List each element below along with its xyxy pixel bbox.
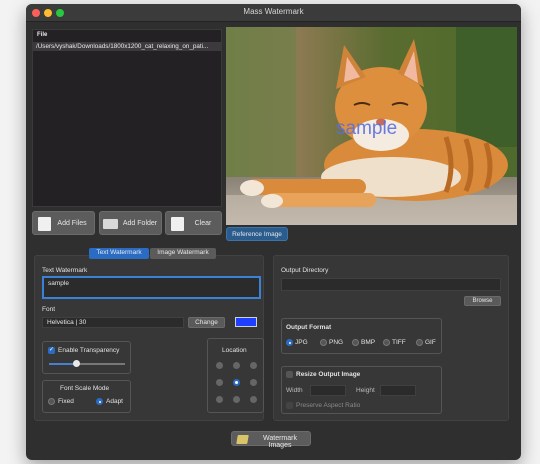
color-swatch[interactable] <box>235 317 257 327</box>
main-window: Mass Watermark File /Users/vyshak/Downlo… <box>26 4 521 460</box>
transparency-label: Enable Transparency <box>58 347 120 354</box>
format-png-label: PNG <box>329 339 344 346</box>
pencil-icon <box>236 435 249 444</box>
clear-label: Clear <box>194 220 212 227</box>
tab-image-watermark[interactable]: Image Watermark <box>150 248 216 259</box>
reference-image-button[interactable]: Reference Image <box>226 227 288 241</box>
preserve-aspect-label: Preserve Aspect Ratio <box>296 402 361 409</box>
trash-icon <box>171 217 184 231</box>
location-top-right[interactable] <box>250 362 257 369</box>
resize-checkbox[interactable] <box>286 371 293 378</box>
format-gif-radio[interactable] <box>416 339 423 346</box>
window-title: Mass Watermark <box>243 7 304 16</box>
location-center[interactable] <box>233 379 240 386</box>
change-font-button[interactable]: Change <box>188 317 225 328</box>
location-bottom-right[interactable] <box>250 396 257 403</box>
format-jpg-label: JPG <box>295 339 308 346</box>
format-bmp-radio[interactable] <box>352 339 359 346</box>
location-bottom-left[interactable] <box>216 396 223 403</box>
format-png-radio[interactable] <box>320 339 327 346</box>
height-label: Height <box>356 387 375 394</box>
font-scale-mode-label: Font Scale Mode <box>60 385 110 392</box>
watermark-overlay-text: sample <box>336 118 398 139</box>
output-directory-field[interactable] <box>281 278 501 291</box>
location-top-center[interactable] <box>233 362 240 369</box>
format-tiff-radio[interactable] <box>383 339 390 346</box>
document-icon <box>38 217 51 231</box>
transparency-slider[interactable] <box>73 360 80 367</box>
transparency-checkbox[interactable]: ✓ <box>48 347 55 354</box>
font-field: Helvetica | 30 <box>42 317 184 328</box>
location-bottom-center[interactable] <box>233 396 240 403</box>
resize-label: Resize Output Image <box>296 371 361 378</box>
text-watermark-input[interactable]: sample <box>42 276 261 299</box>
width-label: Width <box>286 387 303 394</box>
file-list[interactable]: File /Users/vyshak/Downloads/1800x1200_c… <box>32 29 222 207</box>
location-top-left[interactable] <box>216 362 223 369</box>
output-format-box: Output Format JPG PNG BMP TIFF GIF <box>281 318 442 354</box>
format-jpg-radio[interactable] <box>286 339 293 346</box>
add-folder-label: Add Folder <box>122 220 158 227</box>
transparency-box: ✓ Enable Transparency <box>42 341 131 374</box>
output-panel: Output Directory Browse Output Format JP… <box>273 255 509 421</box>
output-directory-label: Output Directory <box>281 267 329 274</box>
title-bar: Mass Watermark <box>26 4 521 22</box>
font-label: Font <box>42 306 56 313</box>
text-watermark-panel: Text Watermark sample Font Helvetica | 3… <box>34 255 264 421</box>
preserve-aspect-checkbox[interactable] <box>286 402 293 409</box>
format-bmp-label: BMP <box>361 339 376 346</box>
height-field[interactable] <box>380 385 416 396</box>
text-watermark-label: Text Watermark <box>42 267 88 274</box>
tab-text-watermark[interactable]: Text Watermark <box>89 248 149 259</box>
browse-button[interactable]: Browse <box>464 296 501 306</box>
location-middle-right[interactable] <box>250 379 257 386</box>
format-tiff-label: TIFF <box>392 339 406 346</box>
add-files-label: Add Files <box>57 220 87 227</box>
fixed-radio[interactable] <box>48 398 55 405</box>
image-preview: sample <box>226 27 517 225</box>
location-box: Location <box>207 338 264 413</box>
width-field[interactable] <box>310 385 346 396</box>
output-format-label: Output Format <box>286 324 332 331</box>
watermark-images-button[interactable]: Watermark Images <box>231 431 311 449</box>
file-list-item[interactable]: /Users/vyshak/Downloads/1800x1200_cat_re… <box>33 42 221 51</box>
transparency-slider-track <box>77 363 125 365</box>
folder-icon <box>103 219 118 229</box>
fixed-label: Fixed <box>58 398 74 405</box>
location-middle-left[interactable] <box>216 379 223 386</box>
adapt-label: Adapt <box>106 398 123 405</box>
format-gif-label: GIF <box>425 339 436 346</box>
location-label: Location <box>222 347 247 354</box>
file-column-header[interactable]: File <box>33 30 221 42</box>
resize-box: Resize Output Image Width Height Preserv… <box>281 366 442 414</box>
watermark-images-label: Watermark Images <box>263 435 297 449</box>
add-folder-button[interactable]: Add Folder <box>99 211 162 235</box>
font-scale-box: Font Scale Mode Fixed Adapt <box>42 380 131 413</box>
adapt-radio[interactable] <box>96 398 103 405</box>
clear-button[interactable]: Clear <box>165 211 222 235</box>
add-files-button[interactable]: Add Files <box>32 211 95 235</box>
